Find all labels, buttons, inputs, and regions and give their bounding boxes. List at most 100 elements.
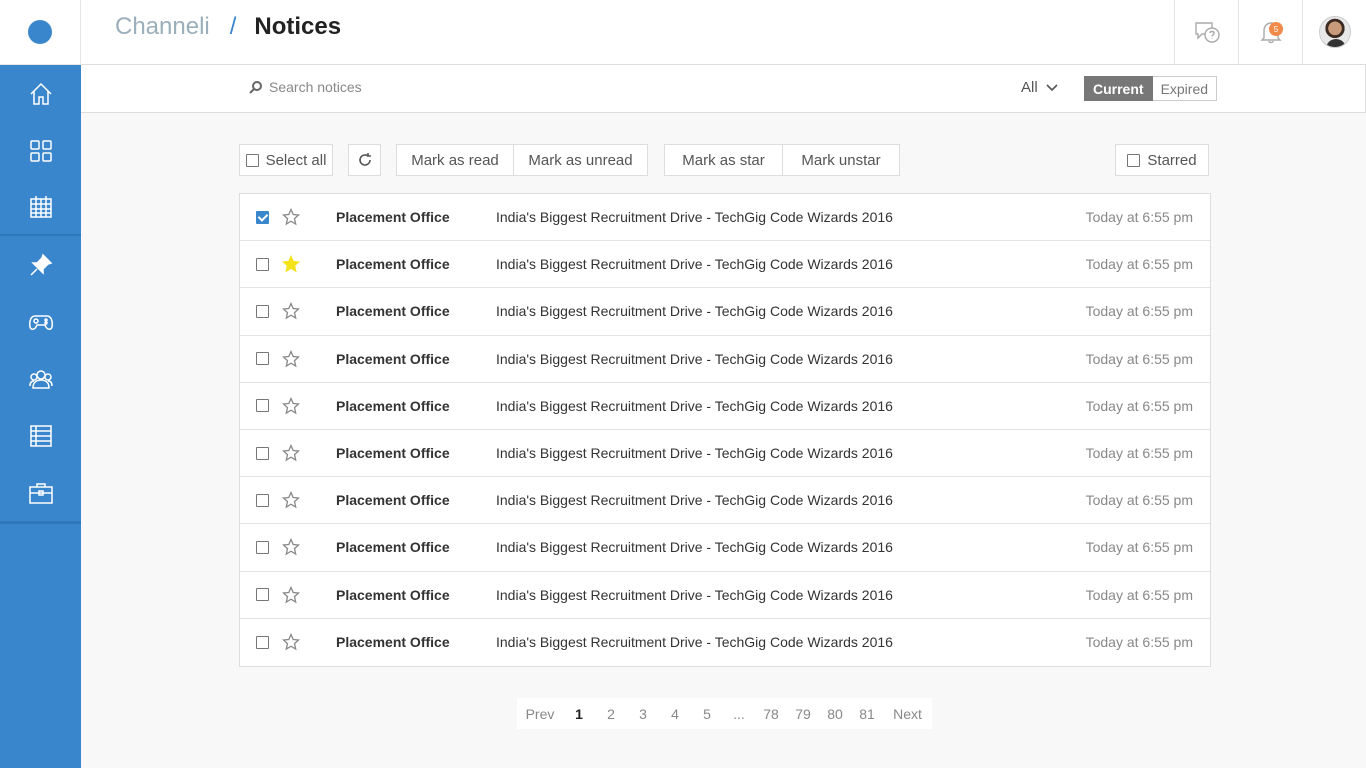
starred-label: Starred xyxy=(1147,151,1197,169)
notice-subject[interactable]: India's Biggest Recruitment Drive - Tech… xyxy=(496,398,893,414)
notice-row[interactable]: Placement Office India's Biggest Recruitm… xyxy=(240,336,1210,383)
row-checkbox[interactable] xyxy=(256,635,269,649)
notice-time: Today at 6:55 pm xyxy=(1085,634,1193,651)
pagination-page[interactable]: 3 xyxy=(627,706,659,722)
row-checkbox[interactable] xyxy=(256,588,269,602)
notice-row[interactable]: Placement Office India's Biggest Recruitm… xyxy=(240,619,1210,666)
star-icon[interactable] xyxy=(282,585,300,604)
groups-icon xyxy=(28,369,53,389)
notice-row[interactable]: Placement Office India's Biggest Recruitm… xyxy=(240,383,1210,430)
notice-row[interactable]: Placement Office India's Biggest Recruitm… xyxy=(240,194,1210,242)
mark-star-button[interactable]: Mark as star xyxy=(664,144,783,176)
notice-subject[interactable]: India's Biggest Recruitment Drive - Tech… xyxy=(496,209,893,225)
row-checkbox[interactable] xyxy=(256,352,269,366)
notice-subject[interactable]: India's Biggest Recruitment Drive - Tech… xyxy=(496,351,893,367)
notice-row[interactable]: Placement Office India's Biggest Recruitm… xyxy=(240,430,1210,478)
profile-button[interactable] xyxy=(1302,0,1366,64)
pagination-prev[interactable]: Prev xyxy=(517,706,563,722)
list-icon xyxy=(29,424,52,447)
breadcrumb-app[interactable]: Channeli xyxy=(115,13,210,41)
star-icon[interactable] xyxy=(282,349,300,368)
pagination-ellipsis[interactable]: ... xyxy=(723,706,755,722)
logo-icon xyxy=(28,20,52,44)
pagination-page[interactable]: 81 xyxy=(851,706,883,722)
notice-subject[interactable]: India's Biggest Recruitment Drive - Tech… xyxy=(496,256,893,272)
notice-sender: Placement Office xyxy=(336,397,450,414)
row-checkbox[interactable] xyxy=(256,304,269,318)
pagination: Prev 1 2 3 4 5... 78 79 80 81 Next xyxy=(517,698,932,729)
notice-sender: Placement Office xyxy=(336,539,450,556)
gamepad-icon xyxy=(28,314,53,330)
star-icon[interactable] xyxy=(282,538,300,556)
row-checkbox[interactable] xyxy=(256,540,269,554)
nav-briefcase[interactable] xyxy=(0,464,81,521)
tab-current[interactable]: Current xyxy=(1084,76,1153,101)
filter-dropdown[interactable]: All xyxy=(1021,79,1058,96)
nav-pinned[interactable] xyxy=(0,236,81,293)
pagination-next[interactable]: Next xyxy=(883,706,932,722)
row-checkbox[interactable] xyxy=(256,257,269,271)
sidebar-divider xyxy=(0,521,81,524)
star-icon[interactable] xyxy=(282,255,300,273)
breadcrumb-separator: / xyxy=(229,13,237,40)
notice-subject[interactable]: India's Biggest Recruitment Drive - Tech… xyxy=(496,303,893,319)
star-icon[interactable] xyxy=(282,633,300,651)
star-icon[interactable] xyxy=(282,491,300,509)
mark-unread-button[interactable]: Mark as unread xyxy=(513,144,648,176)
pagination-page[interactable]: 78 xyxy=(755,706,787,722)
row-checkbox[interactable] xyxy=(256,493,269,507)
notice-subject[interactable]: India's Biggest Recruitment Drive - Tech… xyxy=(496,445,893,461)
row-checkbox[interactable] xyxy=(256,399,269,413)
nav-groups[interactable] xyxy=(0,350,81,407)
star-icon[interactable] xyxy=(282,302,300,320)
notice-sender: Placement Office xyxy=(336,634,450,651)
notice-subject[interactable]: India's Biggest Recruitment Drive - Tech… xyxy=(496,492,893,508)
pagination-page[interactable]: 1 xyxy=(563,706,595,722)
star-icon[interactable] xyxy=(282,208,300,226)
notice-list: Placement Office India's Biggest Recruitm… xyxy=(239,193,1211,667)
notice-time: Today at 6:55 pm xyxy=(1085,586,1193,603)
star-icon[interactable] xyxy=(282,444,300,462)
refresh-button[interactable] xyxy=(348,144,381,176)
nav-home[interactable] xyxy=(0,65,81,122)
pagination-page[interactable]: 80 xyxy=(819,706,851,722)
notice-sender: Placement Office xyxy=(336,256,450,273)
notice-subject[interactable]: India's Biggest Recruitment Drive - Tech… xyxy=(496,587,893,603)
mark-read-button[interactable]: Mark as read xyxy=(396,144,514,176)
notice-time: Today at 6:55 pm xyxy=(1085,256,1193,273)
nav-calendar[interactable] xyxy=(0,179,81,236)
notifications-button[interactable]: 5 xyxy=(1238,0,1302,64)
row-checkbox[interactable] xyxy=(256,210,269,224)
pagination-page[interactable]: 4 xyxy=(659,706,691,722)
nav-games[interactable] xyxy=(0,293,81,350)
select-all-button[interactable]: Select all xyxy=(239,144,333,176)
notice-subject[interactable]: India's Biggest Recruitment Drive - Tech… xyxy=(496,539,893,555)
notice-subject[interactable]: India's Biggest Recruitment Drive - Tech… xyxy=(496,634,893,650)
pagination-page[interactable]: 2 xyxy=(595,706,627,722)
notice-row[interactable]: Placement Office India's Biggest Recruitm… xyxy=(240,572,1210,619)
search-icon xyxy=(249,81,262,94)
notice-row[interactable]: Placement Office India's Biggest Recruitm… xyxy=(240,477,1210,525)
nav-apps[interactable] xyxy=(0,122,81,179)
star-icon[interactable] xyxy=(282,396,300,415)
help-button[interactable] xyxy=(1174,0,1238,64)
select-all-checkbox[interactable] xyxy=(245,153,259,167)
page-title: Notices xyxy=(254,13,342,40)
nav-list[interactable] xyxy=(0,407,81,464)
notice-sender: Placement Office xyxy=(336,492,450,509)
search-input[interactable]: Search notices xyxy=(249,79,362,95)
notice-row[interactable]: Placement Office India's Biggest Recruitm… xyxy=(240,524,1210,572)
tab-expired[interactable]: Expired xyxy=(1152,76,1218,101)
logo[interactable] xyxy=(0,0,81,65)
pagination-page[interactable]: 5 xyxy=(691,706,723,722)
notice-row[interactable]: Placement Office India's Biggest Recruitm… xyxy=(240,288,1210,336)
mark-unstar-button[interactable]: Mark unstar xyxy=(782,144,900,176)
notice-sender: Placement Office xyxy=(336,303,450,320)
starred-checkbox[interactable] xyxy=(1127,153,1141,167)
starred-filter-button[interactable]: Starred xyxy=(1115,144,1209,176)
pagination-page[interactable]: 79 xyxy=(787,706,819,722)
notice-time: Today at 6:55 pm xyxy=(1085,397,1193,414)
calendar-icon xyxy=(29,195,52,218)
row-checkbox[interactable] xyxy=(256,446,269,460)
notice-row[interactable]: Placement Office India's Biggest Recruitm… xyxy=(240,241,1210,289)
